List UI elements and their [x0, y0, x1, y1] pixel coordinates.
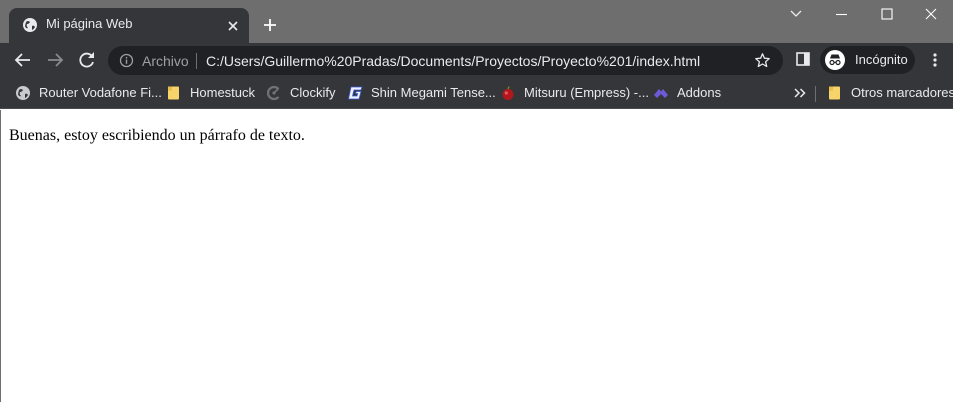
addons-icon: [653, 85, 669, 101]
bookmarks-bar: Router Vodafone Fi... Homestuck Clockify…: [0, 77, 953, 109]
address-bar[interactable]: Archivo C:/Users/Guillermo%20Pradas/Docu…: [108, 46, 783, 75]
page-content: Buenas, estoy escribiendo un párrafo de …: [0, 110, 953, 402]
star-icon[interactable]: [754, 52, 771, 69]
folder-icon: [166, 85, 182, 101]
forward-arrow-icon[interactable]: [44, 49, 66, 71]
maximize-icon[interactable]: [864, 0, 910, 30]
bookmark-label: Shin Megami Tense...: [371, 85, 496, 100]
bookmark-label: Homestuck: [190, 85, 256, 100]
apple-icon: [500, 85, 516, 101]
bookmark-label: Router Vodafone Fi...: [39, 85, 162, 100]
incognito-button[interactable]: Incógnito: [820, 46, 915, 74]
page-paragraph: Buenas, estoy escribiendo un párrafo de …: [9, 127, 305, 144]
divider: [815, 86, 816, 102]
url-text[interactable]: C:/Users/Guillermo%20Pradas/Documents/Pr…: [206, 53, 700, 69]
minimize-icon[interactable]: [819, 0, 865, 30]
other-bookmarks-label: Otros marcadores: [851, 85, 953, 100]
g-logo-icon: [347, 85, 363, 101]
side-panel-icon[interactable]: [795, 51, 811, 67]
site-scheme-label: Archivo: [142, 53, 189, 69]
incognito-icon: [825, 50, 845, 70]
chevron-down-icon[interactable]: [773, 0, 819, 30]
back-arrow-icon[interactable]: [12, 49, 34, 71]
more-menu-icon[interactable]: [928, 52, 942, 68]
reload-icon[interactable]: [76, 49, 98, 71]
globe-icon: [22, 17, 38, 33]
info-icon[interactable]: [119, 53, 134, 68]
bookmark-label: Clockify: [290, 85, 336, 100]
incognito-label: Incógnito: [855, 52, 908, 67]
browser-toolbar: Archivo C:/Users/Guillermo%20Pradas/Docu…: [0, 43, 953, 77]
globe-icon: [15, 85, 31, 101]
double-chevron-right-icon[interactable]: [792, 85, 808, 101]
bookmark-label: Addons: [677, 85, 722, 100]
bookmark-label: Mitsuru (Empress) -...: [524, 85, 649, 100]
clockify-icon: [266, 85, 282, 101]
close-icon[interactable]: [909, 0, 953, 30]
folder-icon: [827, 85, 843, 101]
browser-tab[interactable]: Mi página Web: [9, 8, 249, 43]
tab-title: Mi página Web: [46, 16, 133, 31]
divider: [196, 53, 197, 69]
close-tab-icon[interactable]: [225, 18, 241, 34]
new-tab-plus-icon[interactable]: [260, 15, 280, 35]
title-bar: Mi página Web: [0, 0, 953, 43]
